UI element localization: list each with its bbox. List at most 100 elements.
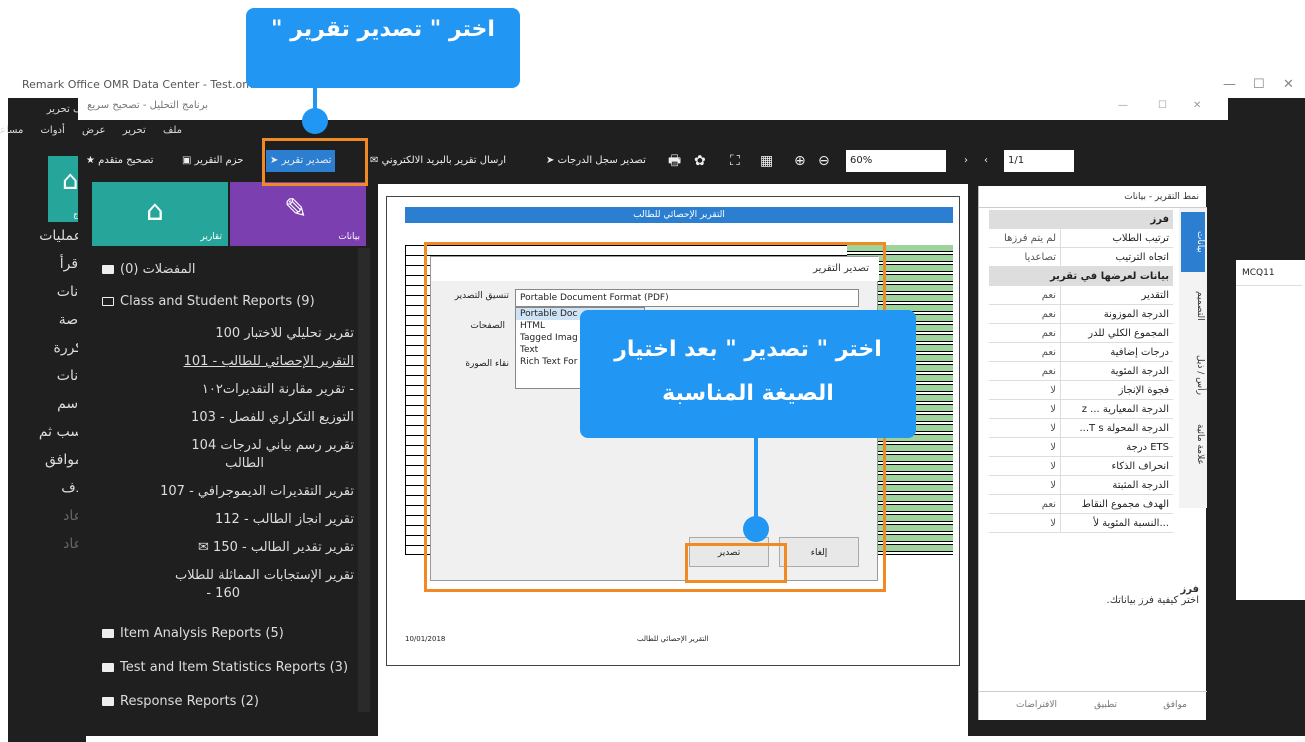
tree-item[interactable]: تقرير انجاز الطالب - 112 — [215, 512, 354, 527]
tree-item[interactable]: تقرير رسم بياني لدرجات 104 — [191, 438, 354, 453]
outer-side-item[interactable]: إقرأ — [8, 250, 86, 278]
tab-design[interactable]: التصميم — [1181, 276, 1205, 336]
outer-side-item[interactable]: كررة — [8, 334, 86, 362]
outer-side-item[interactable]: اسم — [8, 390, 86, 418]
maximize-icon[interactable]: ☐ — [1253, 72, 1265, 98]
page-select[interactable]: 1/1 — [1004, 150, 1074, 172]
email-report-button[interactable]: ارسال تقرير بالبريد الالكتروني ✉ — [370, 150, 506, 172]
outer-side-item[interactable]: عاد — [8, 502, 86, 530]
prev-page-icon[interactable]: ‹ — [964, 150, 968, 172]
outer-side-item[interactable]: انات — [8, 278, 86, 306]
menu-view[interactable]: عرض — [82, 125, 106, 136]
apply-button[interactable]: تطبيق — [1094, 700, 1117, 710]
zoom-in-icon[interactable]: ⊕ — [794, 150, 806, 172]
outer-side-item[interactable]: انات — [8, 362, 86, 390]
tree-item-cont: 160 - — [206, 586, 240, 601]
tab-data[interactable]: بيانات — [1181, 212, 1205, 272]
menu-tools[interactable]: أدوات — [41, 125, 65, 136]
outer-sidebar: عمليات إقرأ انات اصة كررة انات اسم سب ثم موافق دف… — [8, 222, 86, 742]
zoom-select[interactable]: 60% — [846, 150, 946, 172]
inner-toolbar: تصحيح متقدم ★ حزم التقرير ▣ تصدير تقرير … — [78, 142, 1228, 180]
data-tile[interactable]: ✎ بيانات — [230, 182, 366, 246]
prop-row[interactable]: انحراف الذكاء لا — [989, 457, 1173, 476]
tree-test-stats[interactable]: Test and Item Statistics Reports (3) — [102, 660, 348, 675]
tree-item-selected[interactable]: التقرير الإحصائي للطالب - 101 — [184, 354, 354, 369]
layout-icon[interactable]: ▦ — [760, 150, 773, 172]
tree-class-reports[interactable]: Class and Student Reports (9) — [102, 294, 315, 309]
export-button-highlight — [685, 543, 787, 583]
prop-row[interactable]: الدرجة المعيارية ... z لا — [989, 400, 1173, 419]
defaults-button[interactable]: الافتراضات — [1016, 700, 1057, 710]
prop-row[interactable]: فجوة الإنجاز لا — [989, 381, 1173, 400]
menu-file[interactable]: ملف — [163, 125, 182, 136]
prop-row[interactable]: ...النسبة المئوية لأ لا — [989, 514, 1173, 533]
report-package-button[interactable]: حزم التقرير ▣ — [182, 150, 243, 172]
data-tile-label: بيانات — [338, 232, 360, 242]
prop-row[interactable]: ترتيب الطلاب لم يتم فرزها — [989, 229, 1173, 248]
report-title: التقرير الإحصائي للطالب — [405, 207, 953, 223]
menu-edit[interactable]: تحرير — [123, 125, 146, 136]
tab-header-footer[interactable]: رأس / ذيل — [1181, 340, 1205, 410]
prop-row[interactable]: ETS درجة لا — [989, 438, 1173, 457]
reports-tile[interactable]: ⌂ تقارير — [92, 182, 228, 246]
prop-row[interactable]: التقدير نعم — [989, 286, 1173, 305]
prop-row[interactable]: المجموع الكلي للدر نعم — [989, 324, 1173, 343]
prop-row[interactable]: الدرجة المثبتة لا — [989, 476, 1173, 495]
tree-item[interactable]: تقرير التقديرات الديموجرافي - 107 — [160, 484, 354, 499]
outer-side-item[interactable]: عمليات — [8, 222, 86, 250]
report-footer-date: 10/01/2018 — [405, 635, 446, 643]
ok-button[interactable]: موافق — [1163, 700, 1187, 710]
inner-maximize-icon[interactable]: ☐ — [1158, 92, 1167, 120]
prop-row[interactable]: الدرجة المئوية نعم — [989, 362, 1173, 381]
dialog-title: تصدير التقرير — [431, 257, 879, 281]
outer-side-item[interactable]: دف — [8, 474, 86, 502]
settings-icon[interactable]: ✿ — [694, 150, 706, 172]
export-toolbar-highlight — [262, 138, 368, 186]
inner-close-icon[interactable]: ✕ — [1193, 92, 1201, 120]
cancel-button[interactable]: إلغاء — [779, 537, 859, 567]
outer-side-item[interactable]: اصة — [8, 306, 86, 334]
tree-item-analysis[interactable]: Item Analysis Reports (5) — [102, 626, 284, 641]
tree-item[interactable]: التوزيع التكراري للفصل - 103 — [191, 410, 354, 425]
prop-row[interactable]: الهدف مجموع النقاط نعم — [989, 495, 1173, 514]
prop-row[interactable]: درجات إضافية نعم — [989, 343, 1173, 362]
tree-scrollbar[interactable] — [358, 248, 370, 712]
folder-open-icon — [102, 297, 114, 306]
menu-help[interactable]: مساعدة — [0, 125, 23, 136]
pages-label: الصفحات — [470, 321, 505, 331]
grid-header: MCQ11 — [1236, 260, 1302, 286]
envelope-icon: ✉ — [198, 540, 209, 555]
prop-row[interactable]: اتجاه الترتيب تصاعديا — [989, 248, 1173, 267]
next-page-icon[interactable]: › — [984, 150, 988, 172]
tree-item[interactable]: تقرير تحليلي للاختبار 100 — [215, 326, 354, 341]
outer-side-item[interactable]: عاد — [8, 530, 86, 558]
zoom-out-icon[interactable]: ⊖ — [818, 150, 830, 172]
tree-item[interactable]: تقرير الإستجابات المماثلة للطلاب — [175, 568, 354, 583]
prop-row[interactable]: الدرجة المحولة T s... لا — [989, 419, 1173, 438]
pencil-icon: ✎ — [284, 192, 308, 225]
format-select[interactable]: Portable Document Format (PDF) — [515, 289, 859, 307]
image-quality-label: نقاء الصورة — [465, 359, 509, 369]
tree-item[interactable]: تقرير تقدير الطالب - 150 ✉ — [198, 540, 354, 555]
close-icon[interactable]: ✕ — [1283, 72, 1294, 98]
prop-row[interactable]: بيانات لعرضها في تقرير — [989, 267, 1173, 286]
callout-top: اختر " تصدير تقرير " — [246, 8, 520, 88]
tab-watermark[interactable]: علامة مائية — [1181, 414, 1205, 474]
export-gradebook-button[interactable]: تصدير سجل الدرجات ➤ — [546, 150, 646, 172]
prop-row[interactable]: فرز — [989, 210, 1173, 229]
outer-side-item[interactable]: سب ثم — [8, 418, 86, 446]
inner-minimize-icon[interactable]: — — [1118, 92, 1128, 120]
folder-icon — [102, 697, 114, 706]
advanced-grade-button[interactable]: تصحيح متقدم ★ — [86, 150, 154, 172]
panel-tabs: بيانات التصميم رأس / ذيل علامة مائية — [1179, 208, 1207, 508]
callout-top-dot — [302, 108, 328, 134]
print-icon[interactable]: 🖶 — [668, 150, 681, 172]
fullscreen-icon[interactable]: ⛶ — [730, 150, 740, 172]
outer-side-item[interactable]: موافق — [8, 446, 86, 474]
report-tree: المفضلات (0) Class and Student Reports (… — [92, 250, 370, 720]
prop-row[interactable]: الدرجة الموزونة نعم — [989, 305, 1173, 324]
outer-title-text: Remark Office OMR Data Center - Test.omr — [22, 78, 258, 91]
tree-response[interactable]: Response Reports (2) — [102, 694, 259, 709]
tree-item[interactable]: - تقرير مقارنة التقديرات١٠٢ — [202, 382, 354, 397]
tree-favorites[interactable]: المفضلات (0) — [102, 262, 196, 277]
